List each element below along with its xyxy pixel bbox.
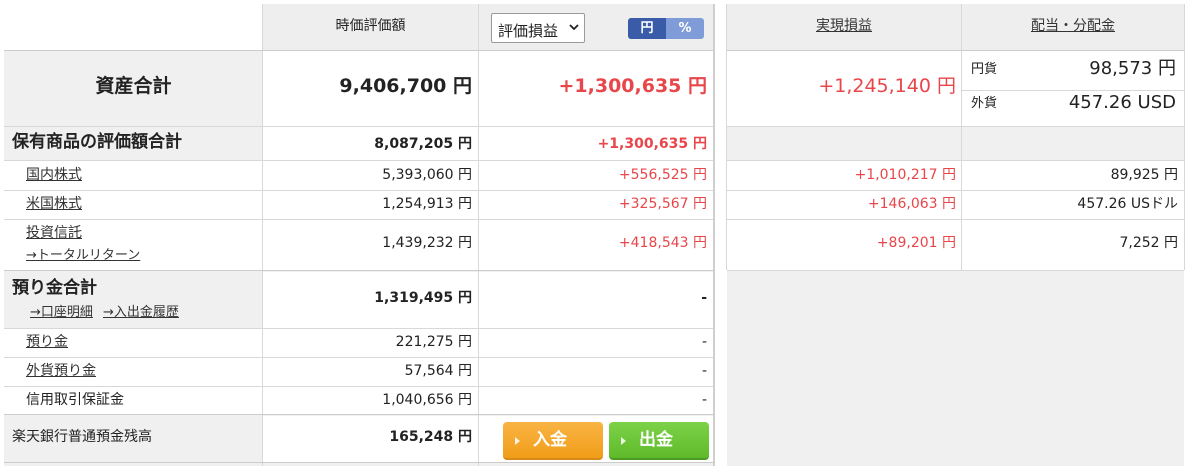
dividend-fx-label: 外貨 bbox=[971, 96, 998, 111]
unit-toggle[interactable]: 円 % bbox=[628, 18, 704, 39]
chevron-down-icon bbox=[569, 24, 579, 31]
dividend-yen-label: 円貨 bbox=[971, 62, 998, 77]
deposit-row-pnl: - bbox=[701, 392, 707, 408]
dividend-fx-value: 457.26 USD bbox=[1068, 92, 1176, 113]
holdings-row-dividend: 7,252 円 bbox=[1119, 235, 1178, 251]
caret-right-icon bbox=[621, 437, 626, 445]
deposit-row-label-margin: 信用取引保証金 bbox=[26, 392, 124, 408]
dividend-yen-value: 98,573 円 bbox=[1089, 58, 1176, 79]
holdings-row-realized: +1,010,217 円 bbox=[854, 167, 956, 183]
caret-right-icon bbox=[515, 437, 520, 445]
deposit-row-valuation: 57,564 円 bbox=[404, 363, 472, 379]
transfer-history-link[interactable]: →入出金履歴 bbox=[103, 306, 179, 319]
deposit-button[interactable]: 入金 bbox=[503, 422, 603, 460]
bank-balance-value: 165,248 円 bbox=[389, 429, 472, 445]
holdings-row-label-domestic[interactable]: 国内株式 bbox=[26, 168, 82, 182]
holdings-row-realized: +89,201 円 bbox=[876, 235, 956, 251]
right-holdings-summary-bg bbox=[727, 126, 1184, 160]
header-realized-link[interactable]: 実現損益 bbox=[727, 19, 961, 33]
holdings-row-pnl: +418,543 円 bbox=[618, 235, 707, 251]
holdings-row-valuation: 1,254,913 円 bbox=[382, 196, 472, 212]
total-assets-label: 資産合計 bbox=[95, 75, 172, 97]
deposit-row-pnl: - bbox=[701, 363, 707, 379]
deposit-row-label-fx[interactable]: 外貨預り金 bbox=[26, 364, 96, 378]
pnl-type-select-value: 評価損益 bbox=[498, 22, 559, 40]
holdings-total-pnl: +1,300,635 円 bbox=[597, 136, 707, 152]
deposits-total-valuation: 1,319,495 円 bbox=[374, 290, 472, 306]
total-return-link[interactable]: →トータルリターン bbox=[26, 249, 140, 262]
total-assets-realized: +1,245,140 円 bbox=[818, 75, 956, 97]
holdings-row-dividend: 457.26 USドル bbox=[1077, 196, 1178, 212]
holdings-row-pnl: +556,525 円 bbox=[618, 167, 707, 183]
holdings-total-valuation: 8,087,205 円 bbox=[374, 136, 472, 152]
account-detail-link[interactable]: →口座明細 bbox=[30, 306, 93, 319]
holdings-row-label-us[interactable]: 米国株式 bbox=[26, 197, 82, 211]
deposit-row-valuation: 1,040,656 円 bbox=[382, 392, 472, 408]
holdings-total-label: 保有商品の評価額合計 bbox=[12, 132, 182, 152]
total-assets-valuation: 9,406,700 円 bbox=[339, 75, 472, 97]
toggle-percent[interactable]: % bbox=[666, 18, 704, 39]
pnl-type-select[interactable]: 評価損益 bbox=[491, 13, 585, 43]
withdraw-button[interactable]: 出金 bbox=[609, 422, 709, 460]
holdings-row-realized: +146,063 円 bbox=[867, 196, 956, 212]
holdings-row-valuation: 5,393,060 円 bbox=[382, 167, 472, 183]
deposit-button-label: 入金 bbox=[533, 430, 567, 450]
holdings-row-valuation: 1,439,232 円 bbox=[382, 235, 472, 251]
right-table-filler bbox=[727, 270, 1184, 466]
toggle-yen[interactable]: 円 bbox=[628, 18, 666, 39]
header-dividend-link[interactable]: 配当・分配金 bbox=[962, 19, 1184, 33]
deposit-row-pnl: - bbox=[701, 334, 707, 350]
withdraw-button-label: 出金 bbox=[639, 430, 673, 450]
holdings-row-dividend: 89,925 円 bbox=[1110, 167, 1178, 183]
bank-balance-label: 楽天銀行普通預金残高 bbox=[12, 429, 152, 445]
holdings-row-pnl: +325,567 円 bbox=[618, 196, 707, 212]
deposit-row-label-cash[interactable]: 預り金 bbox=[26, 335, 68, 349]
total-assets-pnl: +1,300,635 円 bbox=[558, 75, 707, 97]
holdings-row-label-funds[interactable]: 投資信託 bbox=[26, 226, 82, 240]
deposits-total-label: 預り金合計 bbox=[12, 278, 97, 298]
deposit-row-valuation: 221,275 円 bbox=[395, 334, 472, 350]
deposits-total-pnl: - bbox=[701, 290, 707, 306]
header-valuation-label: 時価評価額 bbox=[335, 18, 406, 34]
